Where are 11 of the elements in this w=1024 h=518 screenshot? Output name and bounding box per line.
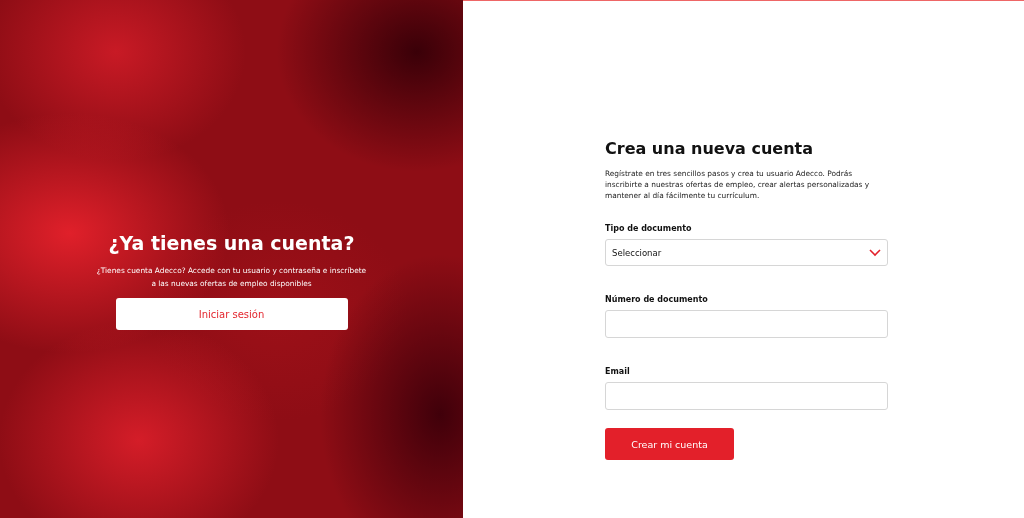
- login-title: ¿Ya tienes una cuenta?: [108, 232, 355, 254]
- login-button[interactable]: Iniciar sesión: [115, 298, 348, 330]
- field-label: Tipo de documento: [605, 224, 693, 233]
- input-field[interactable]: [605, 310, 888, 338]
- create-account-button[interactable]: Crear mi cuenta: [605, 428, 734, 460]
- field-label: Email: [605, 367, 631, 376]
- field-label: Número de documento: [605, 295, 709, 304]
- select-field[interactable]: Seleccionar: [605, 239, 888, 266]
- input-field[interactable]: [605, 382, 888, 410]
- form-title: Crea una nueva cuenta: [605, 139, 814, 158]
- chevron-down-icon: [869, 248, 881, 257]
